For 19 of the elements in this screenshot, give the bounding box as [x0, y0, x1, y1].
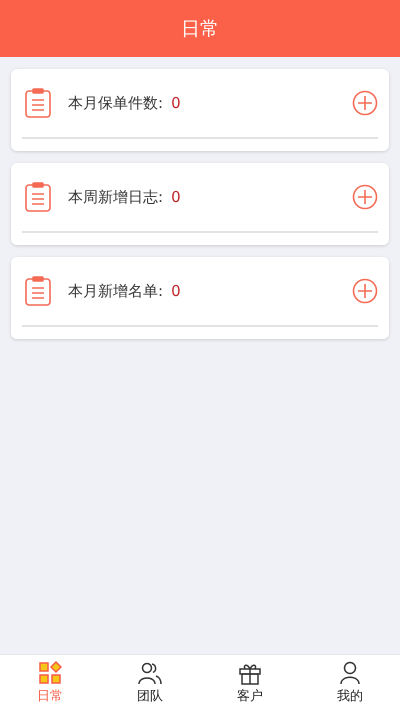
- tab[interactable]: 团队: [100, 655, 200, 711]
- clipboard-icon: [24, 276, 52, 306]
- stat-label: 本周新增日志:: [68, 188, 164, 206]
- add-icon[interactable]: [352, 184, 378, 210]
- stat-label: 本月新增名单:: [68, 282, 164, 300]
- tab[interactable]: 我的: [300, 655, 400, 711]
- add-icon[interactable]: [352, 90, 378, 116]
- page-title: 日常: [181, 16, 219, 42]
- clipboard-icon: [24, 88, 52, 118]
- stat-value: 0: [171, 188, 181, 206]
- stat-value: 0: [171, 282, 181, 300]
- stat-value: 0: [171, 94, 181, 112]
- people-icon: [138, 661, 162, 685]
- tab[interactable]: 客户: [200, 655, 300, 711]
- grid-icon: [38, 661, 62, 685]
- stat-label: 本月保单件数:: [68, 94, 164, 112]
- person-icon: [338, 661, 362, 685]
- add-icon[interactable]: [352, 278, 378, 304]
- clipboard-icon: [24, 182, 52, 212]
